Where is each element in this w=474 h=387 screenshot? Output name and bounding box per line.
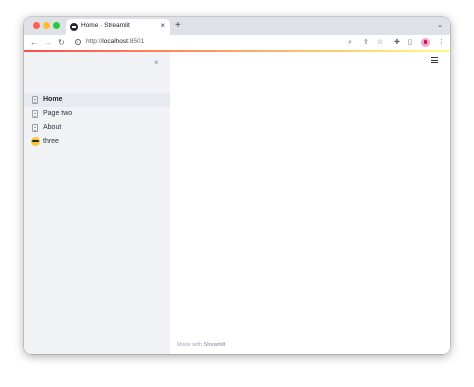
tab-close-icon[interactable]: × <box>160 21 165 31</box>
tab-title: Home · Streamlit <box>81 22 130 29</box>
zoom-icon[interactable]: ⌕ <box>348 38 352 47</box>
page-icon <box>32 96 38 104</box>
url-text: http://localhost:8501 <box>86 38 145 45</box>
sidebar-close-icon[interactable]: × <box>154 58 159 67</box>
sidebar: × Home Page two About three <box>24 52 170 354</box>
profile-avatar[interactable] <box>421 38 430 47</box>
tab-search-chevron-icon[interactable]: ⌄ <box>437 21 443 29</box>
maximize-window-button[interactable] <box>53 22 60 29</box>
page-icon <box>32 110 38 118</box>
minimize-window-button[interactable] <box>43 22 50 29</box>
bookmark-star-icon[interactable]: ☆ <box>377 38 383 47</box>
browser-window: Home · Streamlit × + ⌄ ← → ↻ i http://lo… <box>24 17 450 354</box>
new-tab-button[interactable]: + <box>175 20 181 31</box>
sidebar-item-page-two[interactable]: Page two <box>24 107 170 121</box>
main-content: Made with Streamlit <box>170 52 450 354</box>
browser-toolbar: ← → ↻ i http://localhost:8501 ⌕ ⇪ ☆ ✚ ▯ … <box>24 35 450 50</box>
share-icon[interactable]: ⇪ <box>363 38 369 47</box>
sidebar-item-label: Home <box>43 96 63 103</box>
sidebar-item-label: Page two <box>43 110 73 117</box>
sidebar-item-about[interactable]: About <box>24 121 170 135</box>
address-bar[interactable]: i http://localhost:8501 <box>72 37 364 48</box>
streamlit-favicon-icon <box>70 23 78 31</box>
back-button[interactable]: ← <box>30 37 38 48</box>
page-icon <box>32 124 38 132</box>
sidebar-item-label: About <box>43 124 62 131</box>
reload-button[interactable]: ↻ <box>58 37 65 48</box>
sidebar-item-label: three <box>43 138 59 145</box>
footer-prefix: Made with <box>177 342 203 348</box>
sidebar-item-three[interactable]: three <box>24 135 170 149</box>
sunglasses-emoji-icon <box>31 137 40 146</box>
hamburger-menu-icon[interactable] <box>431 57 438 63</box>
sidebar-item-home[interactable]: Home <box>24 93 170 107</box>
browser-tab-home[interactable]: Home · Streamlit × <box>66 19 170 35</box>
site-info-icon[interactable]: i <box>75 39 81 45</box>
footer: Made with Streamlit <box>177 342 225 348</box>
side-panel-icon[interactable]: ▯ <box>408 38 412 47</box>
forward-button[interactable]: → <box>44 37 52 48</box>
close-window-button[interactable] <box>33 22 40 29</box>
extensions-puzzle-icon[interactable]: ✚ <box>394 38 400 47</box>
footer-brand-link[interactable]: Streamlit <box>204 342 226 348</box>
tab-strip: Home · Streamlit × + ⌄ <box>24 17 450 35</box>
browser-menu-icon[interactable]: ⋮ <box>438 38 445 47</box>
